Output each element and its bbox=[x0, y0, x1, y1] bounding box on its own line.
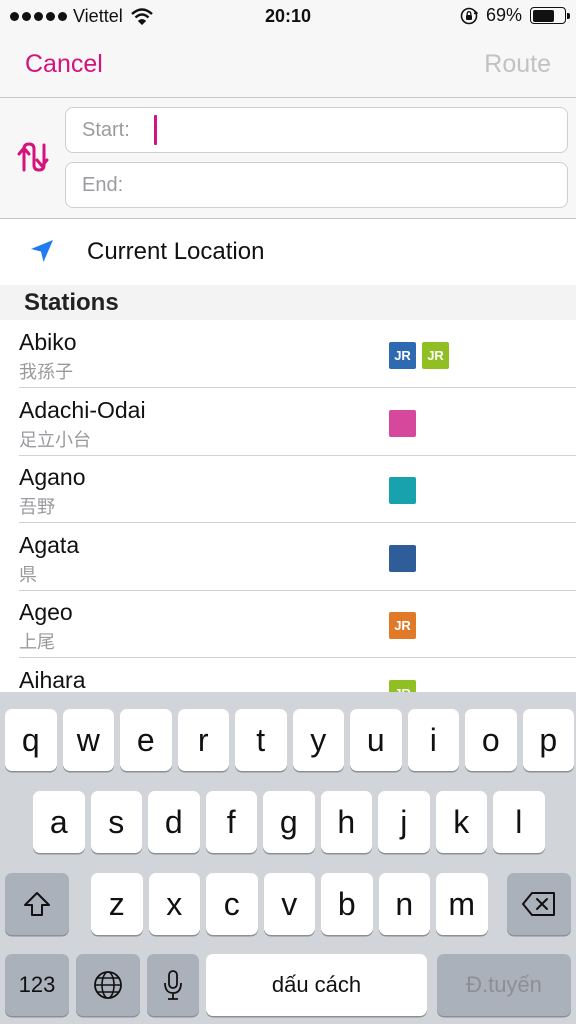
line-badges bbox=[389, 477, 416, 504]
station-name: Ageo bbox=[19, 599, 73, 625]
key-e[interactable]: e bbox=[120, 709, 172, 771]
line-badges bbox=[389, 544, 416, 572]
key-g[interactable]: g bbox=[263, 791, 315, 853]
line-badge bbox=[389, 409, 416, 437]
battery-tip bbox=[567, 13, 570, 19]
key-l[interactable]: l bbox=[493, 791, 545, 853]
key-s[interactable]: s bbox=[90, 791, 142, 853]
line-badge: JR bbox=[422, 342, 449, 369]
battery-icon bbox=[530, 7, 570, 24]
keyboard: q w e r t y u i o p a s d f g h j k l z x c v b n m 123 dấu cách Đ.t… bbox=[0, 692, 576, 1024]
key-u[interactable]: u bbox=[350, 709, 402, 771]
navigation-bar: Cancel Route bbox=[0, 34, 576, 98]
station-row[interactable]: Abiko 我孫子 JR JR bbox=[0, 320, 576, 388]
key-k[interactable]: k bbox=[435, 791, 487, 853]
section-title: Stations bbox=[24, 289, 119, 316]
line-badge: JR bbox=[389, 679, 416, 692]
key-i[interactable]: i bbox=[407, 709, 459, 771]
station-name: Aihara bbox=[19, 666, 86, 693]
current-location-label: Current Location bbox=[87, 238, 265, 265]
station-name: Adachi-Odai bbox=[19, 396, 146, 423]
rotation-lock-icon bbox=[460, 7, 478, 24]
key-z[interactable]: z bbox=[91, 873, 143, 935]
status-right: 69% bbox=[460, 5, 570, 26]
line-badges: JR bbox=[389, 612, 416, 639]
key-h[interactable]: h bbox=[320, 791, 372, 853]
key-b[interactable]: b bbox=[321, 873, 373, 935]
battery-percent: 69% bbox=[485, 5, 522, 25]
backspace-key[interactable] bbox=[507, 873, 571, 935]
key-m[interactable]: m bbox=[436, 873, 488, 935]
microphone-key[interactable] bbox=[147, 954, 199, 1016]
line-badge bbox=[389, 477, 416, 504]
station-row[interactable]: Agata 県 bbox=[0, 523, 576, 591]
key-w[interactable]: w bbox=[62, 709, 114, 771]
text-cursor bbox=[153, 115, 157, 145]
swap-route-icon[interactable] bbox=[16, 140, 50, 174]
key-q[interactable]: q bbox=[5, 709, 57, 771]
status-bar: Viettel 20:10 69% bbox=[0, 0, 576, 34]
station-kanji-name: 県 bbox=[19, 564, 37, 585]
globe-key[interactable] bbox=[76, 954, 140, 1016]
line-badges: JR JR bbox=[389, 342, 449, 369]
station-name: Agano bbox=[19, 464, 86, 490]
station-row[interactable]: Ageo 上尾 JR bbox=[0, 590, 576, 658]
line-badge: JR bbox=[389, 612, 416, 639]
station-kanji-name: 足立小台 bbox=[19, 429, 91, 450]
key-p[interactable]: p bbox=[522, 709, 574, 771]
station-list: Abiko 我孫子 JR JR Adachi-Odai 足立小台 Agano 吾野 Agata 県… bbox=[0, 320, 576, 692]
current-location-row[interactable]: Current Location bbox=[0, 219, 576, 285]
route-button[interactable]: Route bbox=[484, 50, 551, 79]
station-kanji-name: 我孫子 bbox=[19, 362, 73, 382]
key-n[interactable]: n bbox=[378, 873, 430, 935]
line-badge bbox=[389, 544, 416, 572]
station-name: Agata bbox=[19, 531, 80, 558]
key-d[interactable]: d bbox=[148, 791, 200, 853]
key-v[interactable]: v bbox=[263, 873, 315, 935]
key-x[interactable]: x bbox=[148, 873, 200, 935]
start-field-label: Start: bbox=[82, 118, 130, 141]
shift-key[interactable] bbox=[5, 873, 69, 935]
station-row[interactable]: Aihara JR bbox=[0, 658, 576, 693]
station-kanji-name: 吾野 bbox=[19, 497, 55, 517]
shift-icon bbox=[24, 892, 50, 916]
battery-level bbox=[532, 9, 554, 22]
end-field[interactable]: End: bbox=[65, 162, 568, 208]
globe-icon bbox=[94, 971, 122, 999]
key-c[interactable]: c bbox=[206, 873, 258, 935]
key-y[interactable]: y bbox=[292, 709, 344, 771]
numbers-key[interactable]: 123 bbox=[5, 954, 69, 1016]
station-row[interactable]: Adachi-Odai 足立小台 bbox=[0, 388, 576, 456]
key-j[interactable]: j bbox=[378, 791, 430, 853]
location-arrow-icon bbox=[31, 240, 53, 262]
space-key[interactable]: dấu cách bbox=[206, 954, 427, 1016]
station-kanji-name: 上尾 bbox=[19, 632, 55, 652]
line-badges bbox=[389, 409, 416, 437]
backspace-icon bbox=[522, 892, 555, 916]
route-panel: Start: End: bbox=[0, 98, 576, 219]
key-r[interactable]: r bbox=[177, 709, 229, 771]
key-o[interactable]: o bbox=[465, 709, 517, 771]
microphone-icon bbox=[164, 970, 182, 1000]
line-badge: JR bbox=[389, 342, 416, 369]
cancel-button[interactable]: Cancel bbox=[25, 50, 103, 79]
station-row[interactable]: Agano 吾野 bbox=[0, 455, 576, 523]
start-field[interactable]: Start: bbox=[65, 107, 568, 153]
key-f[interactable]: f bbox=[205, 791, 257, 853]
return-key[interactable]: Đ.tuyến bbox=[437, 954, 571, 1016]
end-field-label: End: bbox=[82, 173, 124, 196]
key-t[interactable]: t bbox=[235, 709, 287, 771]
station-name: Abiko bbox=[19, 329, 77, 355]
stations-section-header: Stations bbox=[0, 285, 576, 320]
key-a[interactable]: a bbox=[33, 791, 85, 853]
line-badges: JR bbox=[389, 679, 416, 692]
